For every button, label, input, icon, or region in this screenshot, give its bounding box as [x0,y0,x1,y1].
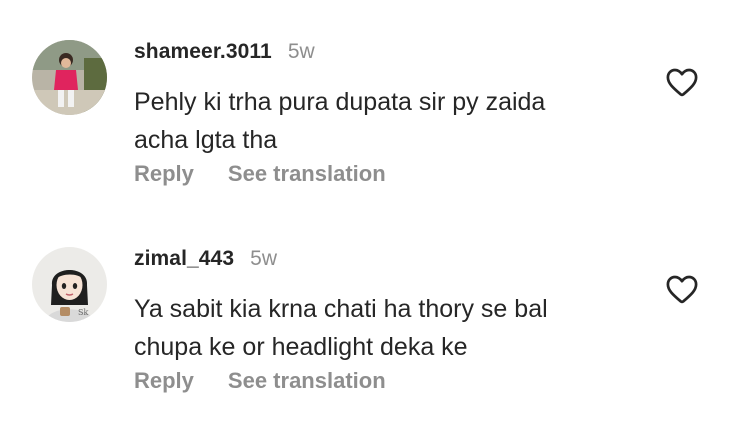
comment-text-line: chupa ke or headlight deka ke [134,333,468,361]
comment-header: zimal_443 5w [134,247,277,275]
username[interactable]: zimal_443 [134,247,234,271]
like-button[interactable] [664,271,700,307]
comment-text-line: Ya sabit kia krna chati ha thory se bal [134,295,548,323]
comment-text-line: acha lgta tha [134,126,278,154]
like-button[interactable] [664,64,700,100]
svg-text:Sk: Sk [78,308,88,317]
avatar[interactable]: Sk [32,247,107,322]
timestamp: 5w [250,247,277,270]
avatar[interactable] [32,40,107,115]
heart-outline-icon [666,68,698,97]
comment-actions: Reply See translation [134,368,386,394]
see-translation-button[interactable]: See translation [228,161,386,187]
timestamp: 5w [287,40,315,63]
see-translation-button[interactable]: See translation [228,368,386,394]
comment-header: shameer.3011 5w [134,40,315,68]
heart-outline-icon [666,275,698,304]
comment-text: Ya sabit kia krna chati ha thory se bal … [134,290,634,366]
reply-button[interactable]: Reply [134,161,194,187]
reply-button[interactable]: Reply [134,368,194,394]
comment-actions: Reply See translation [134,161,386,187]
avatar-cartoon-icon: Sk [32,247,107,322]
comment-text-line: Pehly ki trha pura dupata sir py zaida [134,88,546,116]
comment-text: Pehly ki trha pura dupata sir py zaida a… [134,83,634,159]
username[interactable]: shameer.3011 [134,40,272,64]
avatar-photo-icon [32,40,107,115]
